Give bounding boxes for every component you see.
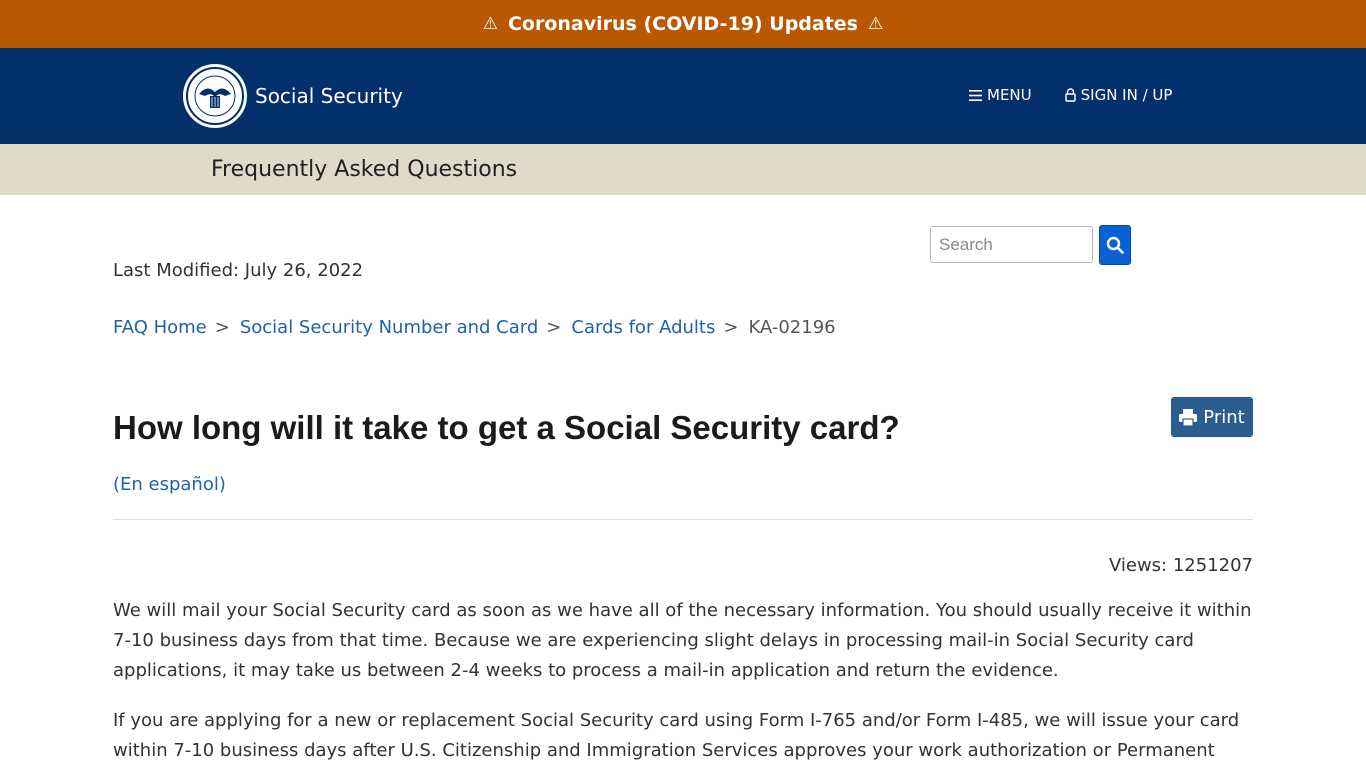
breadcrumb-ssn-and-card[interactable]: Social Security Number and Card	[240, 317, 538, 338]
print-label: Print	[1203, 406, 1245, 428]
breadcrumb-cards-for-adults[interactable]: Cards for Adults	[571, 317, 715, 338]
home-logo-link[interactable]: Social Security	[183, 64, 403, 128]
answer-paragraph: We will mail your Social Security card a…	[113, 600, 1252, 681]
view-count: Views: 1251207	[1108, 555, 1253, 576]
print-button[interactable]: Print	[1171, 397, 1253, 437]
answer-paragraph: If you are applying for a new or replace…	[113, 710, 1240, 761]
menu-label: MENU	[987, 86, 1032, 104]
breadcrumb-separator: >	[214, 317, 230, 338]
warning-icon: ⚠	[482, 14, 498, 34]
header-nav: MENU SIGN IN / UP	[969, 86, 1172, 104]
breadcrumb-current-article-id: KA-02196	[748, 317, 836, 338]
search-button[interactable]	[1099, 225, 1131, 265]
sign-in-label: SIGN IN / UP	[1080, 86, 1173, 104]
faq-section-title[interactable]: Frequently Asked Questions	[211, 157, 517, 182]
covid-alert-link[interactable]: Coronavirus (COVID-19) Updates	[508, 13, 858, 35]
breadcrumb-separator: >	[723, 317, 739, 338]
section-divider	[113, 519, 1253, 520]
search-icon	[1106, 236, 1124, 254]
site-header: Social Security MENU SIGN IN / UP	[0, 48, 1366, 144]
ssa-seal-logo	[183, 64, 247, 128]
search-input[interactable]	[930, 226, 1093, 263]
breadcrumb: FAQ Home > Social Security Number and Ca…	[113, 317, 836, 338]
printer-icon	[1179, 408, 1198, 426]
breadcrumb-faq-home[interactable]: FAQ Home	[113, 317, 207, 338]
breadcrumb-separator: >	[546, 317, 562, 338]
lock-icon	[1064, 88, 1076, 102]
covid-alert-banner[interactable]: ⚠ Coronavirus (COVID-19) Updates ⚠	[0, 0, 1366, 48]
warning-icon: ⚠	[868, 14, 884, 34]
menu-button[interactable]: MENU	[969, 86, 1032, 104]
hamburger-icon	[969, 89, 982, 101]
sign-in-button[interactable]: SIGN IN / UP	[1064, 86, 1173, 104]
article-title: How long will it take to get a Social Se…	[113, 409, 900, 446]
last-modified-date: Last Modified: July 26, 2022	[113, 260, 364, 281]
spanish-version-link[interactable]: (En español)	[113, 474, 226, 495]
site-brand-name[interactable]: Social Security	[255, 84, 403, 108]
faq-subheader: Frequently Asked Questions	[0, 144, 1366, 195]
